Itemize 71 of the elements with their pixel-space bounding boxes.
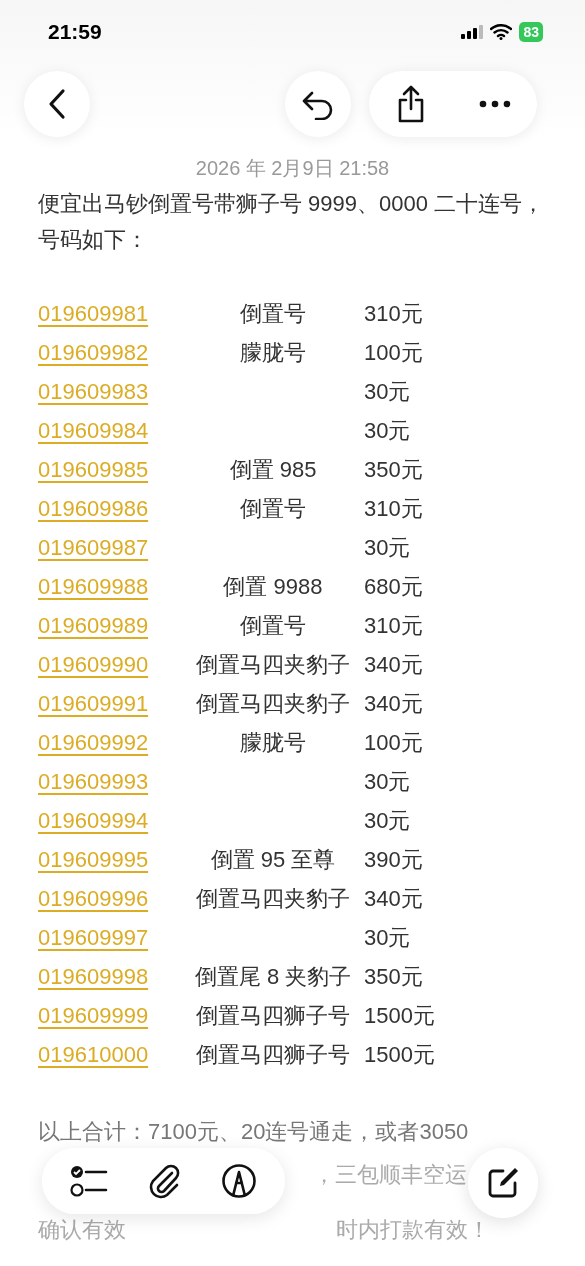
price-text: 310元 xyxy=(363,299,424,328)
note-paragraph: 便宜出马钞倒置号带狮子号 9999、0000 二十连号，号码如下： xyxy=(38,190,546,254)
note-text: 倒置 985 xyxy=(228,455,318,484)
price-text: 30元 xyxy=(363,767,412,796)
price-text: 100元 xyxy=(363,338,424,367)
price-text: 390元 xyxy=(363,845,424,874)
note-text: 倒置 9988 xyxy=(222,572,324,601)
more-icon xyxy=(479,100,511,108)
price-text: 1500元 xyxy=(363,1040,436,1069)
phone-link[interactable]: 019609991 xyxy=(38,690,188,717)
note-text: 倒置马四夹豹子 xyxy=(195,884,351,913)
checklist-icon xyxy=(70,1164,109,1198)
phone-link[interactable]: 019609998 xyxy=(38,963,188,990)
phone-link[interactable]: 019609997 xyxy=(38,924,188,951)
paperclip-icon xyxy=(148,1163,181,1199)
note-text: 以上合计：7100元、20连号通走，或者3050 xyxy=(38,1118,469,1146)
note-text: 倒置号 xyxy=(239,299,307,328)
phone-link[interactable]: 019609993 xyxy=(38,768,188,795)
note-text: 朦胧号 xyxy=(239,728,307,757)
price-text: 680元 xyxy=(363,572,424,601)
price-text: 340元 xyxy=(363,884,424,913)
price-text: 310元 xyxy=(363,494,424,523)
share-icon xyxy=(396,85,426,123)
phone-link[interactable]: 019609996 xyxy=(38,885,188,912)
note-text: 倒置号 xyxy=(239,494,307,523)
note-text: ，三包顺丰空运 xyxy=(313,1161,467,1189)
price-text: 30元 xyxy=(363,806,412,835)
note-text: 确认有效 xyxy=(38,1216,126,1244)
note-text: 时内打款有效！ xyxy=(336,1216,490,1244)
phone-link[interactable]: 019609987 xyxy=(38,534,188,561)
phone-link[interactable]: 019609983 xyxy=(38,378,188,405)
markup-pen-icon xyxy=(220,1163,257,1199)
phone-link[interactable]: 019609985 xyxy=(38,456,188,483)
price-text: 30元 xyxy=(363,923,412,952)
price-text: 30元 xyxy=(363,377,412,406)
compose-icon xyxy=(486,1166,520,1200)
price-text: 30元 xyxy=(363,416,412,445)
note-text: 倒置马四狮子号 xyxy=(195,1040,351,1069)
note-text: 倒置 95 至尊 xyxy=(209,845,337,874)
price-text: 30元 xyxy=(363,533,412,562)
phone-link[interactable]: 019609989 xyxy=(38,612,188,639)
price-text: 340元 xyxy=(363,689,424,718)
battery-indicator: 83 xyxy=(519,22,543,42)
price-text: 350元 xyxy=(363,962,424,991)
phone-link[interactable]: 019609999 xyxy=(38,1002,188,1029)
note-text: 倒置尾 8 夹豹子 xyxy=(193,962,353,991)
back-icon xyxy=(47,88,67,120)
price-text: 100元 xyxy=(363,728,424,757)
note-text: 朦胧号 xyxy=(239,338,307,367)
phone-link[interactable]: 019609995 xyxy=(38,846,188,873)
phone-link[interactable]: 019609981 xyxy=(38,300,188,327)
wifi-icon xyxy=(490,24,513,40)
price-text: 1500元 xyxy=(363,1001,436,1030)
phone-link[interactable]: 019609990 xyxy=(38,651,188,678)
status-time: 21:59 xyxy=(48,20,102,44)
phone-link[interactable]: 019609994 xyxy=(38,807,188,834)
note-date: 2026 年 2月9日 21:58 xyxy=(194,156,391,181)
phone-link[interactable]: 019609984 xyxy=(38,417,188,444)
phone-link[interactable]: 019609992 xyxy=(38,729,188,756)
note-text: 倒置马四狮子号 xyxy=(195,1001,351,1030)
price-text: 350元 xyxy=(363,455,424,484)
note-text: 倒置马四夹豹子 xyxy=(195,650,351,679)
signal-icon xyxy=(461,25,484,39)
note-text: 倒置马四夹豹子 xyxy=(195,689,351,718)
phone-link[interactable]: 019610000 xyxy=(38,1041,188,1068)
phone-link[interactable]: 019609982 xyxy=(38,339,188,366)
phone-link[interactable]: 019609986 xyxy=(38,495,188,522)
note-text: 倒置号 xyxy=(239,611,307,640)
price-text: 340元 xyxy=(363,650,424,679)
phone-link[interactable]: 019609988 xyxy=(38,573,188,600)
price-text: 310元 xyxy=(363,611,424,640)
